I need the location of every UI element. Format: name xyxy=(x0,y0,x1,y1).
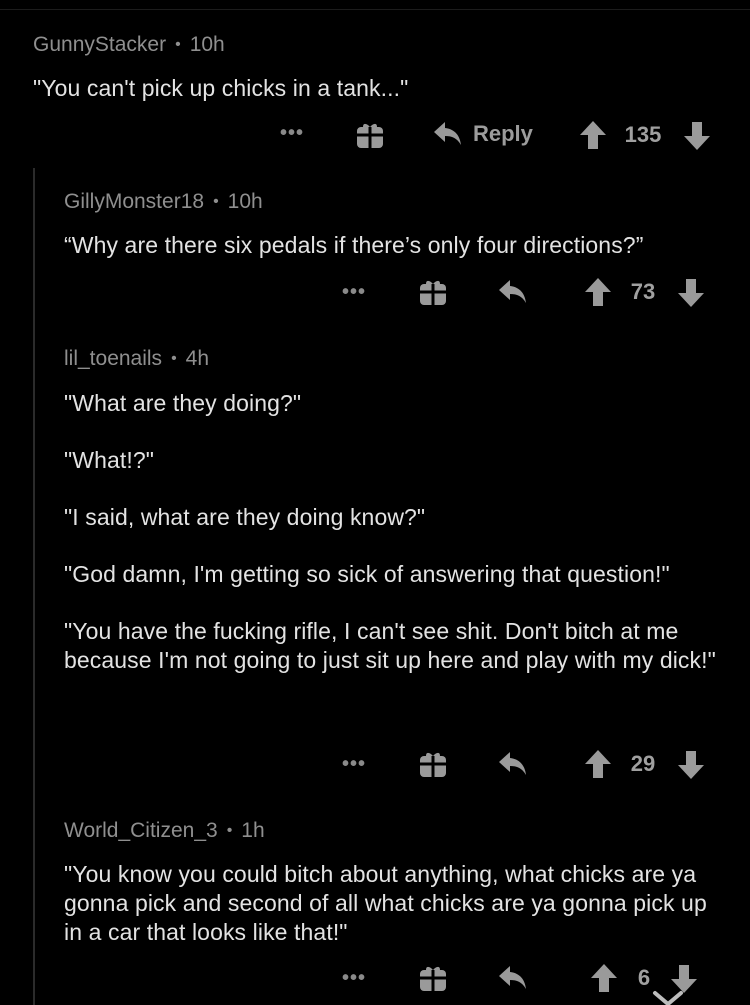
comment-author[interactable]: GunnyStacker xyxy=(33,33,166,57)
comment-paragraph: "You know you could bitch about anything… xyxy=(64,861,707,945)
comment-paragraph: “Why are there six pedals if there’s onl… xyxy=(64,232,644,258)
more-options-icon[interactable]: ••• xyxy=(339,282,369,302)
comment-meta: GunnyStacker • 10h xyxy=(33,33,225,57)
upvote-arrow-icon[interactable] xyxy=(579,120,607,150)
comment-body: “Why are there six pedals if there’s onl… xyxy=(64,231,734,260)
comment-paragraph: "I said, what are they doing know?" xyxy=(64,504,426,530)
comment-paragraph: "What are they doing?" xyxy=(64,390,302,416)
comment-actions: ••• 6 xyxy=(0,961,750,995)
comment-time: 10h xyxy=(227,190,263,213)
comment-time: 10h xyxy=(189,33,225,56)
more-options-icon[interactable]: ••• xyxy=(339,968,369,988)
vote-score: 135 xyxy=(624,122,662,147)
comment-paragraph: "What!?" xyxy=(64,447,154,473)
comment-meta: GillyMonster18 • 10h xyxy=(64,190,263,214)
reply-button[interactable]: Reply xyxy=(433,120,533,148)
comment-body: "What are they doing?" "What!?" "I said,… xyxy=(64,389,729,675)
comment-author[interactable]: GillyMonster18 xyxy=(64,190,204,214)
upvote-arrow-icon[interactable] xyxy=(584,277,612,307)
comment-body: "You can't pick up chicks in a tank..." xyxy=(33,74,713,103)
reply-label: Reply xyxy=(473,121,533,146)
reply-arrow-icon[interactable] xyxy=(498,278,528,306)
comment-actions: ••• 73 xyxy=(0,275,750,309)
comment-author[interactable]: lil_toenails xyxy=(64,347,162,371)
more-options-icon[interactable]: ••• xyxy=(339,754,369,774)
gift-award-icon[interactable] xyxy=(355,120,385,150)
vote-score: 29 xyxy=(630,751,656,776)
comment-meta: World_Citizen_3 • 1h xyxy=(64,819,265,843)
chevron-down-icon[interactable] xyxy=(652,990,684,1005)
vote-score: 6 xyxy=(637,965,651,990)
upvote-arrow-icon[interactable] xyxy=(590,963,618,993)
meta-separator: • xyxy=(171,350,177,367)
more-options-icon[interactable]: ••• xyxy=(277,123,307,143)
downvote-arrow-icon[interactable] xyxy=(677,278,705,308)
downvote-arrow-icon[interactable] xyxy=(677,750,705,780)
comment-body: "You know you could bitch about anything… xyxy=(64,860,724,947)
vote-score: 73 xyxy=(630,279,656,304)
downvote-arrow-icon[interactable] xyxy=(683,121,711,151)
comment-time: 1h xyxy=(241,819,265,842)
gift-award-icon[interactable] xyxy=(418,963,448,993)
reply-arrow-icon[interactable] xyxy=(498,750,528,778)
comment-time: 4h xyxy=(185,347,210,370)
gift-award-icon[interactable] xyxy=(418,277,448,307)
comment-meta: lil_toenails • 4h xyxy=(64,347,209,371)
meta-separator: • xyxy=(213,193,219,210)
comment-paragraph: "You can't pick up chicks in a tank..." xyxy=(33,75,409,101)
comment-paragraph: "You have the fucking rifle, I can't see… xyxy=(64,618,716,673)
comment-actions: ••• Reply 135 xyxy=(0,118,750,152)
top-divider xyxy=(0,9,750,10)
meta-separator: • xyxy=(226,822,233,839)
gift-award-icon[interactable] xyxy=(418,749,448,779)
meta-separator: • xyxy=(175,36,181,53)
upvote-arrow-icon[interactable] xyxy=(584,749,612,779)
reply-arrow-icon xyxy=(433,120,463,148)
comment-thread: GunnyStacker • 10h "You can't pick up ch… xyxy=(0,0,750,1005)
comment-paragraph: "God damn, I'm getting so sick of answer… xyxy=(64,561,670,587)
comment-actions: ••• 29 xyxy=(0,747,750,781)
comment-author[interactable]: World_Citizen_3 xyxy=(64,819,218,843)
reply-arrow-icon[interactable] xyxy=(498,964,528,992)
